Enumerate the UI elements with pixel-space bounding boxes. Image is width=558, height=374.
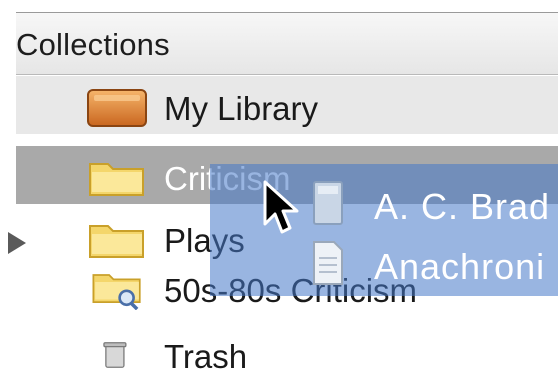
- collections-panel: Collections My Library Criticism: [0, 0, 558, 374]
- sidebar-item-my-library[interactable]: My Library: [16, 76, 558, 134]
- drag-item-label: A. C. Brad: [374, 186, 551, 227]
- sidebar-item-label: Trash: [164, 338, 248, 374]
- folder-icon: [89, 225, 144, 258]
- folder-icon: [89, 163, 144, 196]
- sidebar-item-trash[interactable]: Trash: [16, 324, 558, 374]
- collections-header: Collections: [16, 13, 558, 75]
- book-document-icon: [313, 181, 343, 225]
- page-document-icon: [313, 241, 343, 285]
- trash-icon: [103, 342, 127, 368]
- collections-title: Collections: [16, 27, 170, 62]
- smart-folder-icon: [92, 274, 141, 310]
- drag-item: Anachroni: [210, 234, 558, 294]
- drag-item-label: Anachroni: [374, 246, 546, 287]
- mouse-pointer-icon: [263, 180, 299, 234]
- library-icon: [87, 89, 147, 127]
- sidebar-item-label: My Library: [164, 90, 319, 127]
